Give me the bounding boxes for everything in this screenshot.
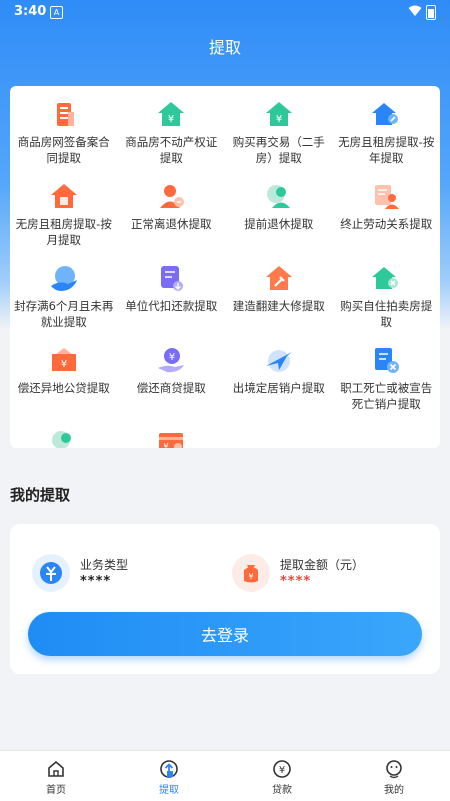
grid-item-label: 无房且租房提取-按年提取 [338, 135, 435, 165]
grid-item[interactable]: ¥个人账户零额销户 [118, 424, 226, 448]
grid-item-label: 商品房不动产权证提取 [125, 135, 218, 165]
house-yen-icon: ¥ [158, 102, 185, 126]
grid-item[interactable]: ¥ 偿还商贷提取 [118, 342, 226, 424]
grid-item-label: 提前退休提取 [244, 217, 314, 231]
grid-item-label: 终止劳动关系提取 [340, 217, 433, 231]
svg-text:¥: ¥ [279, 765, 285, 776]
person-clock-icon [266, 185, 290, 208]
card-yen-icon: ¥ [159, 433, 184, 448]
wifi-icon [408, 5, 422, 16]
amount-value: **** [280, 574, 312, 589]
tab-loan-label: 贷款 [272, 785, 292, 796]
status-bar: 3:40 A [0, 0, 450, 24]
tab-loan[interactable]: ¥ 贷款 [242, 755, 322, 796]
grid-item-label: 偿还商贷提取 [136, 381, 206, 395]
person-badge-icon [51, 431, 71, 448]
house-grid-icon [50, 184, 77, 208]
hand-coin-icon: ¥ [158, 348, 185, 373]
status-time: 3:40 [14, 4, 47, 19]
grid-item[interactable]: ¥ 购买再交易（二手房）提取 [225, 96, 333, 178]
grid-item-label: 正常离退休提取 [131, 217, 212, 231]
home-icon [48, 760, 64, 777]
grid-item[interactable]: 无房且租房提取-按年提取 [333, 96, 441, 178]
grid-item[interactable]: 提前退休提取 [225, 178, 333, 260]
svg-text:¥: ¥ [276, 114, 282, 125]
grid-item[interactable]: 封存满6个月且未再就业提取 [10, 260, 118, 342]
person-retire-icon [160, 185, 185, 208]
house-yen-icon: ¥ [265, 102, 292, 126]
my-withdrawal-title: 我的提取 [10, 486, 71, 504]
withdraw-icon [160, 760, 178, 778]
login-button[interactable]: 去登录 [28, 612, 422, 656]
grid-item-label: 商品房网签备案合同提取 [17, 135, 110, 165]
grid-item[interactable]: 个人征信授权 [10, 424, 118, 448]
svg-text:¥: ¥ [164, 442, 169, 448]
house-gavel-icon [372, 267, 399, 289]
grid-item[interactable]: ¥ 偿还异地公贷提取 [10, 342, 118, 424]
tab-home[interactable]: 首页 [16, 755, 96, 796]
grid-item-label: 职工死亡或被宣告死亡销户提取 [340, 381, 433, 411]
grid-item[interactable]: 商品房网签备案合同提取 [10, 96, 118, 178]
tab-withdraw-label: 提取 [159, 785, 179, 796]
svg-text:¥: ¥ [248, 572, 253, 581]
svg-text:¥: ¥ [61, 359, 67, 370]
doc-person-icon [375, 185, 400, 209]
building-doc-icon [56, 103, 74, 126]
grid-item[interactable]: 出境定居销户提取 [225, 342, 333, 424]
grid-item-label: 封存满6个月且未再就业提取 [14, 299, 114, 329]
business-type-icon [32, 554, 70, 592]
grid-item-label: 购买自住拍卖房提取 [340, 299, 433, 329]
loan-icon: ¥ [273, 760, 291, 778]
battery-icon [426, 5, 436, 20]
amount-label: 提取金额（元） [280, 558, 365, 572]
grid-item-label: 购买再交易（二手房）提取 [232, 135, 325, 165]
business-type-value: **** [80, 574, 112, 589]
amount-icon: ¥ [232, 554, 270, 592]
house-hammer-icon [265, 266, 292, 290]
tab-profile[interactable]: 我的 [354, 755, 434, 796]
grid-item[interactable]: 单位代扣还款提取 [118, 260, 226, 342]
grid-item-label: 偿还异地公贷提取 [17, 381, 110, 395]
grid-item[interactable]: 职工死亡或被宣告死亡销户提取 [333, 342, 441, 424]
grid-item[interactable]: 正常离退休提取 [118, 178, 226, 260]
doc-download-icon [161, 266, 184, 291]
notification-icon: A [50, 6, 63, 19]
wallet-yen-icon: ¥ [51, 348, 76, 371]
grid-item[interactable]: 终止劳动关系提取 [333, 178, 441, 260]
grid-item-label: 建造翻建大修提取 [232, 299, 325, 313]
airplane-icon [265, 350, 292, 372]
grid-item[interactable]: 购买自住拍卖房提取 [333, 260, 441, 342]
page-title: 提取 [208, 38, 241, 57]
withdrawal-type-grid: 商品房网签备案合同提取 ¥ 商品房不动产权证提取 ¥ 购买再交易（二手房）提取 无房且租房… [10, 86, 440, 448]
svg-text:¥: ¥ [169, 352, 175, 363]
my-withdrawal-card: 业务类型 **** ¥ 提取金额（元） **** 去登录 [10, 524, 440, 674]
doc-cross-icon [375, 348, 400, 373]
tab-withdraw[interactable]: 提取 [129, 755, 209, 796]
business-type-label: 业务类型 [80, 558, 129, 572]
tab-profile-label: 我的 [384, 785, 404, 796]
tab-home-label: 首页 [46, 785, 66, 796]
grid-item[interactable]: ¥ 商品房不动产权证提取 [118, 96, 226, 178]
grid-item[interactable]: 建造翻建大修提取 [225, 260, 333, 342]
hand-wave-icon [50, 266, 77, 291]
svg-text:¥: ¥ [168, 114, 174, 125]
bottom-tab-bar: 首页 提取 ¥ 贷款 我的 [0, 750, 450, 801]
grid-item-label: 单位代扣还款提取 [125, 299, 218, 313]
profile-icon [386, 760, 402, 779]
grid-item-label: 出境定居销户提取 [232, 381, 325, 395]
house-key-icon [372, 103, 399, 125]
grid-item[interactable]: 无房且租房提取-按月提取 [10, 178, 118, 260]
grid-item-label: 无房且租房提取-按月提取 [15, 217, 112, 247]
